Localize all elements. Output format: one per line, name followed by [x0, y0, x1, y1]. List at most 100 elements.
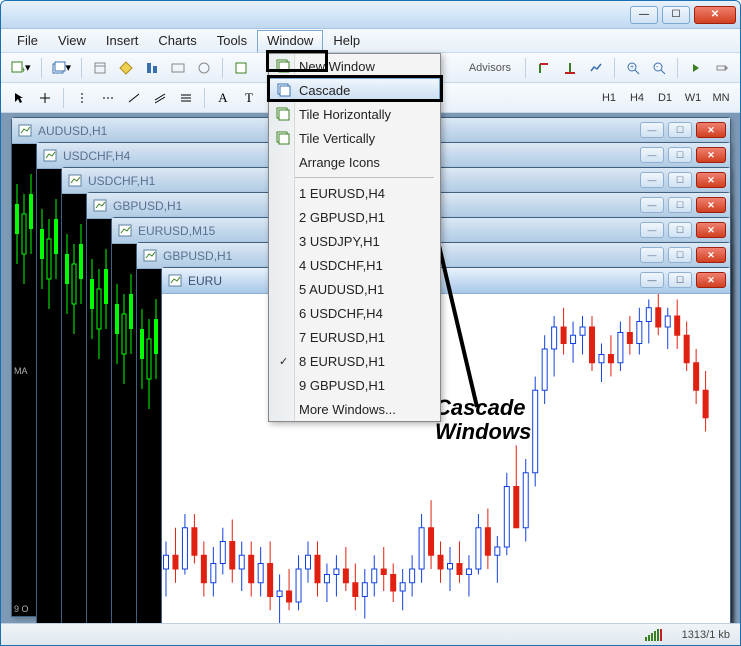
advisors-label: Advisors — [469, 62, 511, 74]
status-bar: 1313/1 kb — [1, 623, 740, 645]
timeframe-w1[interactable]: W1 — [680, 88, 706, 108]
status-text: 1313/1 kb — [682, 629, 730, 641]
channel-button[interactable] — [148, 87, 172, 109]
new-order-button[interactable] — [229, 57, 253, 79]
menu-window-item[interactable]: 5 AUDUSD,H1 — [269, 277, 440, 301]
menu-window-item[interactable]: 3 USDJPY,H1 — [269, 229, 440, 253]
menu-window-item[interactable]: 9 GBPUSD,H1 — [269, 373, 440, 397]
child-close-button[interactable]: ✕ — [696, 122, 726, 138]
hline-button[interactable] — [96, 87, 120, 109]
child-minimize-button[interactable]: — — [640, 272, 664, 288]
menu-window-item[interactable]: More Windows... — [269, 397, 440, 421]
svg-text:+: + — [21, 65, 25, 75]
menu-charts[interactable]: Charts — [148, 30, 206, 51]
chart-icon — [143, 249, 159, 263]
scroll-button[interactable] — [684, 57, 708, 79]
menu-item-cascade[interactable]: Cascade — [269, 78, 440, 102]
main-title-bar: — ☐ ✕ — [1, 1, 740, 29]
menu-separator — [275, 177, 434, 178]
child-maximize-button[interactable]: ☐ — [668, 222, 692, 238]
child-maximize-button[interactable]: ☐ — [668, 147, 692, 163]
strategy-tester-button[interactable] — [192, 57, 216, 79]
chart-icon — [68, 174, 84, 188]
child-minimize-button[interactable]: — — [640, 122, 664, 138]
chart-icon — [118, 224, 134, 238]
menu-window-item[interactable]: 4 USDCHF,H1 — [269, 253, 440, 277]
child-maximize-button[interactable]: ☐ — [668, 247, 692, 263]
child-close-button[interactable]: ✕ — [696, 147, 726, 163]
child-minimize-button[interactable]: — — [640, 147, 664, 163]
menu-window-item[interactable]: 6 USDCHF,H4 — [269, 301, 440, 325]
timeframe-h1[interactable]: H1 — [596, 88, 622, 108]
cursor-button[interactable] — [7, 87, 31, 109]
trendline-button[interactable] — [122, 87, 146, 109]
shift-button[interactable] — [710, 57, 734, 79]
child-minimize-button[interactable]: — — [640, 247, 664, 263]
child-maximize-button[interactable]: ☐ — [668, 122, 692, 138]
timeframe-h4[interactable]: H4 — [624, 88, 650, 108]
menu-item-arrange-icons[interactable]: Arrange Icons — [269, 150, 440, 174]
menu-window-item[interactable]: ✓8 EURUSD,H1 — [269, 349, 440, 373]
child-close-button[interactable]: ✕ — [696, 272, 726, 288]
child-maximize-button[interactable]: ☐ — [668, 172, 692, 188]
terminal-button[interactable] — [166, 57, 190, 79]
chart-icon — [168, 274, 184, 288]
text-label-button[interactable]: T — [237, 87, 261, 109]
menu-window-item[interactable]: 2 GBPUSD,H1 — [269, 205, 440, 229]
child-title-text: EURUSD,M15 — [138, 224, 215, 238]
child-minimize-button[interactable]: — — [640, 172, 664, 188]
zoom-in-button[interactable]: + — [621, 57, 645, 79]
child-title-text: GBPUSD,H1 — [163, 249, 232, 263]
menu-help[interactable]: Help — [323, 30, 370, 51]
chart-date-label: 9 O — [14, 604, 29, 614]
main-minimize-button[interactable]: — — [630, 6, 658, 24]
main-close-button[interactable]: ✕ — [694, 6, 736, 24]
child-close-button[interactable]: ✕ — [696, 247, 726, 263]
crosshair-button[interactable] — [33, 87, 57, 109]
annotation-line2: Windows — [435, 420, 531, 444]
main-maximize-button[interactable]: ☐ — [662, 6, 690, 24]
child-maximize-button[interactable]: ☐ — [668, 197, 692, 213]
menu-window[interactable]: Window — [257, 30, 323, 52]
window-menu-dropdown: New WindowCascadeTile HorizontallyTile V… — [268, 53, 441, 422]
child-title-text: AUDUSD,H1 — [38, 124, 107, 138]
child-minimize-button[interactable]: — — [640, 197, 664, 213]
svg-text:MA: MA — [14, 366, 28, 376]
timeframe-mn[interactable]: MN — [708, 88, 734, 108]
child-minimize-button[interactable]: — — [640, 222, 664, 238]
menu-file[interactable]: File — [7, 30, 48, 51]
child-close-button[interactable]: ✕ — [696, 222, 726, 238]
profiles-button[interactable]: ▾ — [48, 57, 76, 79]
annotation-text: Cascade Windows — [435, 396, 531, 444]
child-title-text: USDCHF,H1 — [88, 174, 155, 188]
vline-button[interactable] — [70, 87, 94, 109]
zoom-out-button[interactable]: - — [647, 57, 671, 79]
child-maximize-button[interactable]: ☐ — [668, 272, 692, 288]
menu-item-tile-vertically[interactable]: Tile Vertically — [269, 126, 440, 150]
market-watch-button[interactable] — [88, 57, 112, 79]
menu-insert[interactable]: Insert — [96, 30, 149, 51]
child-title-text: USDCHF,H4 — [63, 149, 130, 163]
fibo-button[interactable] — [174, 87, 198, 109]
menu-tools[interactable]: Tools — [207, 30, 257, 51]
chart-icon — [93, 199, 109, 213]
menu-window-item[interactable]: 1 EURUSD,H4 — [269, 181, 440, 205]
navigator-button[interactable] — [114, 57, 138, 79]
menu-bar: FileViewInsertChartsToolsWindowHelp — [1, 29, 740, 53]
menu-view[interactable]: View — [48, 30, 96, 51]
svg-text:-: - — [656, 64, 659, 71]
text-button[interactable]: A — [211, 87, 235, 109]
menu-item-tile-horizontally[interactable]: Tile Horizontally — [269, 102, 440, 126]
timeframe-d1[interactable]: D1 — [652, 88, 678, 108]
connection-bars-icon — [645, 629, 662, 641]
child-title-text: GBPUSD,H1 — [113, 199, 182, 213]
indicator-button-1[interactable] — [532, 57, 556, 79]
child-close-button[interactable]: ✕ — [696, 197, 726, 213]
menu-window-item[interactable]: 7 EURUSD,H1 — [269, 325, 440, 349]
child-close-button[interactable]: ✕ — [696, 172, 726, 188]
data-button[interactable] — [140, 57, 164, 79]
new-chart-button[interactable]: +▾ — [7, 57, 35, 79]
menu-item-new-window[interactable]: New Window — [269, 54, 440, 78]
indicator-button-2[interactable] — [558, 57, 582, 79]
indicator-button-3[interactable] — [584, 57, 608, 79]
